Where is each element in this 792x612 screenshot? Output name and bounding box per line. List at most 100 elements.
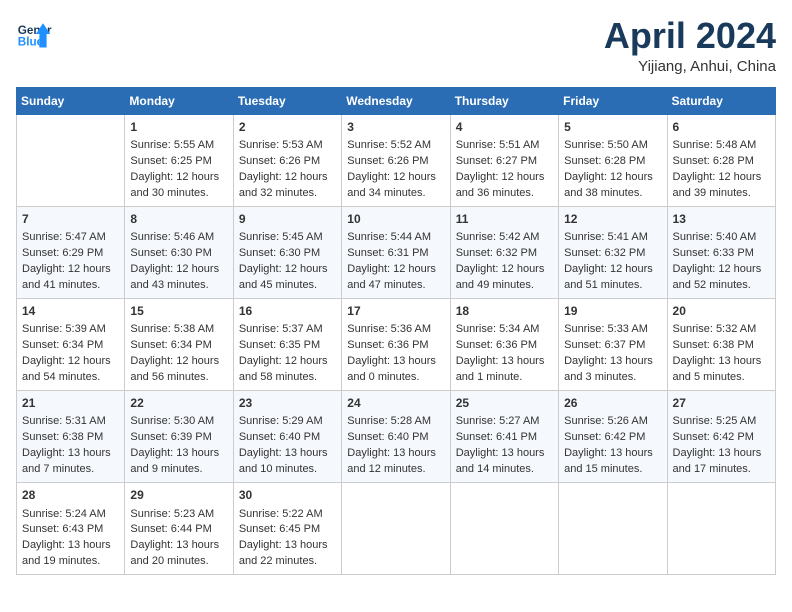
calendar-cell: 24Sunrise: 5:28 AMSunset: 6:40 PMDayligh… xyxy=(342,391,450,483)
sunset-text: Sunset: 6:33 PM xyxy=(673,247,754,259)
sunrise-text: Sunrise: 5:53 AM xyxy=(239,139,323,151)
day-number: 23 xyxy=(239,395,336,412)
calendar-cell: 12Sunrise: 5:41 AMSunset: 6:32 PMDayligh… xyxy=(559,206,667,298)
sunset-text: Sunset: 6:28 PM xyxy=(564,155,645,167)
calendar-cell: 26Sunrise: 5:26 AMSunset: 6:42 PMDayligh… xyxy=(559,391,667,483)
sunrise-text: Sunrise: 5:23 AM xyxy=(130,508,214,520)
calendar-cell: 7Sunrise: 5:47 AMSunset: 6:29 PMDaylight… xyxy=(17,206,125,298)
calendar-row-3: 14Sunrise: 5:39 AMSunset: 6:34 PMDayligh… xyxy=(17,298,776,390)
day-number: 14 xyxy=(22,303,119,320)
daylight-text: Daylight: 13 hours and 9 minutes. xyxy=(130,447,219,475)
calendar-cell: 4Sunrise: 5:51 AMSunset: 6:27 PMDaylight… xyxy=(450,114,558,206)
sunrise-text: Sunrise: 5:47 AM xyxy=(22,231,106,243)
day-number: 22 xyxy=(130,395,227,412)
title-block: April 2024 Yijiang, Anhui, China xyxy=(604,16,776,75)
daylight-text: Daylight: 12 hours and 43 minutes. xyxy=(130,263,219,291)
calendar-cell: 20Sunrise: 5:32 AMSunset: 6:38 PMDayligh… xyxy=(667,298,775,390)
calendar-cell: 21Sunrise: 5:31 AMSunset: 6:38 PMDayligh… xyxy=(17,391,125,483)
calendar-cell xyxy=(667,483,775,575)
sunset-text: Sunset: 6:28 PM xyxy=(673,155,754,167)
sunset-text: Sunset: 6:30 PM xyxy=(239,247,320,259)
sunrise-text: Sunrise: 5:33 AM xyxy=(564,323,648,335)
sunset-text: Sunset: 6:27 PM xyxy=(456,155,537,167)
sunset-text: Sunset: 6:30 PM xyxy=(130,247,211,259)
calendar-cell: 6Sunrise: 5:48 AMSunset: 6:28 PMDaylight… xyxy=(667,114,775,206)
header-thursday: Thursday xyxy=(450,87,558,114)
sunrise-text: Sunrise: 5:41 AM xyxy=(564,231,648,243)
day-number: 16 xyxy=(239,303,336,320)
day-number: 7 xyxy=(22,211,119,228)
calendar-table: SundayMondayTuesdayWednesdayThursdayFrid… xyxy=(16,87,776,576)
daylight-text: Daylight: 12 hours and 56 minutes. xyxy=(130,355,219,383)
day-number: 19 xyxy=(564,303,661,320)
calendar-cell: 2Sunrise: 5:53 AMSunset: 6:26 PMDaylight… xyxy=(233,114,341,206)
sunset-text: Sunset: 6:31 PM xyxy=(347,247,428,259)
sunset-text: Sunset: 6:42 PM xyxy=(673,431,754,443)
daylight-text: Daylight: 13 hours and 7 minutes. xyxy=(22,447,111,475)
day-number: 25 xyxy=(456,395,553,412)
calendar-header-row: SundayMondayTuesdayWednesdayThursdayFrid… xyxy=(17,87,776,114)
sunrise-text: Sunrise: 5:29 AM xyxy=(239,415,323,427)
calendar-row-1: 1Sunrise: 5:55 AMSunset: 6:25 PMDaylight… xyxy=(17,114,776,206)
location: Yijiang, Anhui, China xyxy=(604,58,776,75)
daylight-text: Daylight: 12 hours and 38 minutes. xyxy=(564,171,653,199)
day-number: 8 xyxy=(130,211,227,228)
calendar-row-2: 7Sunrise: 5:47 AMSunset: 6:29 PMDaylight… xyxy=(17,206,776,298)
daylight-text: Daylight: 13 hours and 10 minutes. xyxy=(239,447,328,475)
sunrise-text: Sunrise: 5:39 AM xyxy=(22,323,106,335)
daylight-text: Daylight: 13 hours and 14 minutes. xyxy=(456,447,545,475)
calendar-cell: 28Sunrise: 5:24 AMSunset: 6:43 PMDayligh… xyxy=(17,483,125,575)
daylight-text: Daylight: 12 hours and 45 minutes. xyxy=(239,263,328,291)
daylight-text: Daylight: 12 hours and 41 minutes. xyxy=(22,263,111,291)
daylight-text: Daylight: 12 hours and 47 minutes. xyxy=(347,263,436,291)
sunset-text: Sunset: 6:43 PM xyxy=(22,523,103,535)
daylight-text: Daylight: 12 hours and 58 minutes. xyxy=(239,355,328,383)
day-number: 28 xyxy=(22,487,119,504)
daylight-text: Daylight: 13 hours and 0 minutes. xyxy=(347,355,436,383)
sunset-text: Sunset: 6:36 PM xyxy=(456,339,537,351)
calendar-row-5: 28Sunrise: 5:24 AMSunset: 6:43 PMDayligh… xyxy=(17,483,776,575)
day-number: 10 xyxy=(347,211,444,228)
day-number: 1 xyxy=(130,119,227,136)
calendar-cell: 5Sunrise: 5:50 AMSunset: 6:28 PMDaylight… xyxy=(559,114,667,206)
sunrise-text: Sunrise: 5:28 AM xyxy=(347,415,431,427)
calendar-cell: 8Sunrise: 5:46 AMSunset: 6:30 PMDaylight… xyxy=(125,206,233,298)
calendar-cell: 17Sunrise: 5:36 AMSunset: 6:36 PMDayligh… xyxy=(342,298,450,390)
day-number: 30 xyxy=(239,487,336,504)
day-number: 13 xyxy=(673,211,770,228)
calendar-cell: 27Sunrise: 5:25 AMSunset: 6:42 PMDayligh… xyxy=(667,391,775,483)
sunrise-text: Sunrise: 5:30 AM xyxy=(130,415,214,427)
calendar-cell: 1Sunrise: 5:55 AMSunset: 6:25 PMDaylight… xyxy=(125,114,233,206)
logo: General Blue xyxy=(16,16,52,52)
sunrise-text: Sunrise: 5:26 AM xyxy=(564,415,648,427)
day-number: 3 xyxy=(347,119,444,136)
calendar-cell: 19Sunrise: 5:33 AMSunset: 6:37 PMDayligh… xyxy=(559,298,667,390)
daylight-text: Daylight: 12 hours and 52 minutes. xyxy=(673,263,762,291)
sunset-text: Sunset: 6:38 PM xyxy=(22,431,103,443)
day-number: 18 xyxy=(456,303,553,320)
sunset-text: Sunset: 6:40 PM xyxy=(239,431,320,443)
daylight-text: Daylight: 12 hours and 39 minutes. xyxy=(673,171,762,199)
day-number: 27 xyxy=(673,395,770,412)
calendar-cell xyxy=(17,114,125,206)
header-wednesday: Wednesday xyxy=(342,87,450,114)
sunrise-text: Sunrise: 5:40 AM xyxy=(673,231,757,243)
month-title: April 2024 xyxy=(604,16,776,56)
daylight-text: Daylight: 13 hours and 15 minutes. xyxy=(564,447,653,475)
calendar-cell: 11Sunrise: 5:42 AMSunset: 6:32 PMDayligh… xyxy=(450,206,558,298)
sunrise-text: Sunrise: 5:27 AM xyxy=(456,415,540,427)
header-friday: Friday xyxy=(559,87,667,114)
calendar-cell: 9Sunrise: 5:45 AMSunset: 6:30 PMDaylight… xyxy=(233,206,341,298)
sunset-text: Sunset: 6:37 PM xyxy=(564,339,645,351)
daylight-text: Daylight: 12 hours and 32 minutes. xyxy=(239,171,328,199)
sunset-text: Sunset: 6:26 PM xyxy=(239,155,320,167)
daylight-text: Daylight: 13 hours and 12 minutes. xyxy=(347,447,436,475)
day-number: 20 xyxy=(673,303,770,320)
sunrise-text: Sunrise: 5:48 AM xyxy=(673,139,757,151)
sunrise-text: Sunrise: 5:32 AM xyxy=(673,323,757,335)
day-number: 5 xyxy=(564,119,661,136)
daylight-text: Daylight: 13 hours and 19 minutes. xyxy=(22,539,111,567)
sunset-text: Sunset: 6:32 PM xyxy=(564,247,645,259)
sunset-text: Sunset: 6:25 PM xyxy=(130,155,211,167)
sunset-text: Sunset: 6:45 PM xyxy=(239,523,320,535)
